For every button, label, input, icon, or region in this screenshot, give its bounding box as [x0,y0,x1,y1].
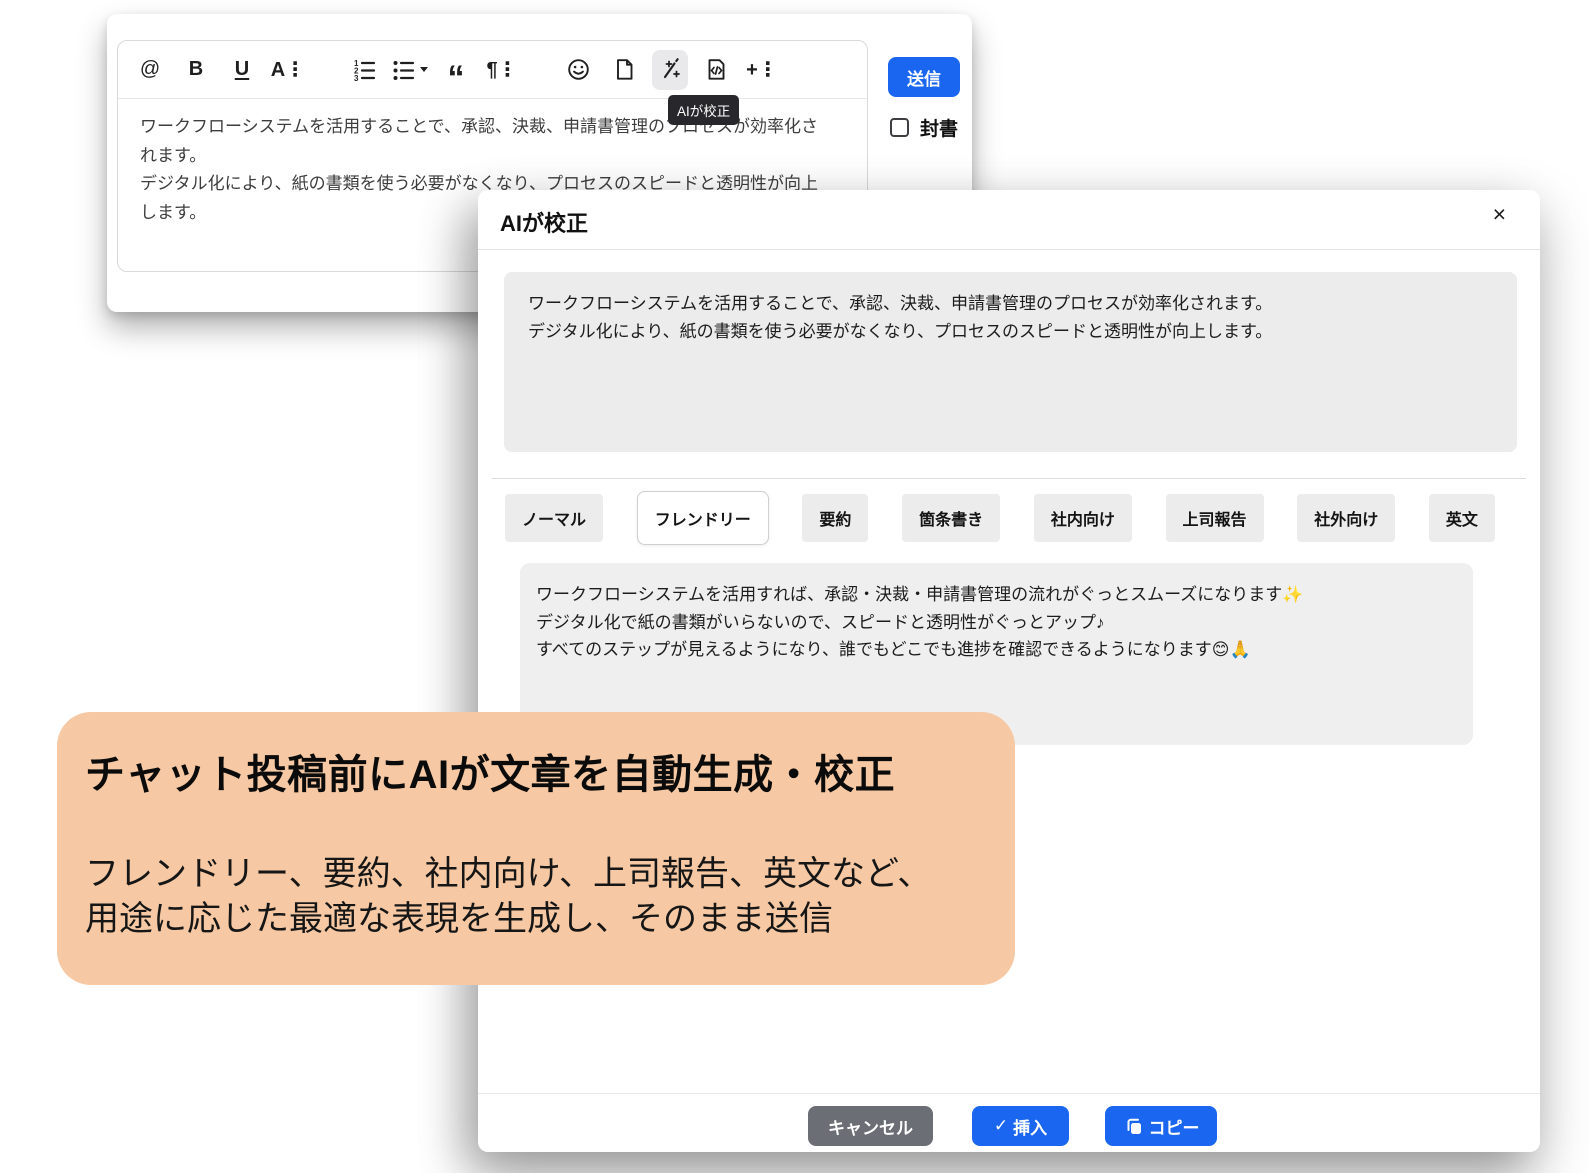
underline-glyph: U [235,58,249,81]
copy-button-label: コピー [1149,1114,1200,1139]
quote-glyph: “ [448,73,465,83]
check-icon: ✓ [994,1116,1008,1136]
editor-toolbar: @ B U A⋮ 123 [118,41,867,99]
ordered-list-icon[interactable]: 123 [346,50,382,90]
chevron-down-icon [420,67,428,72]
bold-glyph: B [189,58,203,81]
style-tabs: ノーマル フレンドリー 要約 箇条書き 社内向け 上司報告 社外向け 英文 [505,494,1495,548]
insert-button[interactable]: ✓ 挿入 [972,1106,1069,1146]
tab-bullet-points[interactable]: 箇条書き [902,494,1000,542]
mention-icon[interactable]: @ [132,50,168,90]
send-button[interactable]: 送信 [888,57,960,97]
tab-friendly[interactable]: フレンドリー [637,491,769,545]
generated-text-line: デジタル化で紙の書類がいらないので、スピードと透明性がぐっとアップ♪ [536,609,1453,637]
seal-letter-checkbox[interactable] [890,118,909,137]
cancel-button[interactable]: キャンセル [808,1106,933,1146]
generated-text-line: すべてのステップが見えるようになり、誰でもどこでも進捗を確認できるようになります… [536,636,1453,664]
tab-internal[interactable]: 社内向け [1034,494,1132,542]
code-block-icon[interactable] [698,50,734,90]
seal-letter-label: 封書 [920,114,958,141]
annotation-callout: チャット投稿前にAIが文章を自動生成・校正 フレンドリー、要約、社内向け、上司報… [57,712,1015,985]
tab-summary[interactable]: 要約 [802,494,868,542]
ai-proofread-tooltip: AIが校正 [668,95,739,125]
ai-proofread-modal: AIが校正 × ワークフローシステムを活用することで、承認、決裁、申請書管理のプ… [478,190,1540,1152]
text-style-icon[interactable]: A⋮ [270,50,306,90]
bold-icon[interactable]: B [178,50,214,90]
modal-title: AIが校正 [500,206,588,238]
modal-header: AIが校正 × [478,190,1540,250]
callout-title: チャット投稿前にAIが文章を自動生成・校正 [85,742,987,800]
footer-divider [478,1093,1540,1094]
underline-icon[interactable]: U [224,50,260,90]
tab-external[interactable]: 社外向け [1297,494,1395,542]
callout-body-line: フレンドリー、要約、社内向け、上司報告、英文など、 [85,852,987,897]
generated-text-line: ワークフローシステムを活用すれば、承認・決裁・申請書管理の流れがぐっとスムーズに… [536,581,1453,609]
insert-button-label: 挿入 [1013,1114,1047,1139]
quote-icon[interactable]: “ [438,50,474,90]
original-text-box: ワークフローシステムを活用することで、承認、決裁、申請書管理のプロセスが効率化さ… [504,272,1517,452]
tab-boss-report[interactable]: 上司報告 [1166,494,1264,542]
close-icon[interactable]: × [1493,203,1506,226]
ai-proofread-icon[interactable] [652,50,688,90]
original-text-line: デジタル化により、紙の書類を使う必要がなくなり、プロセスのスピードと透明性が向上… [528,318,1493,346]
original-text-line: ワークフローシステムを活用することで、承認、決裁、申請書管理のプロセスが効率化さ… [528,290,1493,318]
text-style-glyph: A⋮ [271,57,305,82]
tab-english[interactable]: 英文 [1429,494,1495,542]
copy-button[interactable]: コピー [1105,1106,1217,1146]
tabs-divider [492,478,1526,479]
message-line: ワークフローシステムを活用することで、承認、決裁、申請書管理のプロセスが効率化さ [140,113,880,142]
insert-more-glyph: +⋮ [746,57,778,82]
callout-body-line: 用途に応じた最適な表現を生成し、そのまま送信 [85,897,987,942]
paragraph-icon[interactable]: ¶⋮ [484,50,520,90]
seal-letter-option: 封書 [890,114,958,141]
insert-more-icon[interactable]: +⋮ [744,50,780,90]
mention-glyph: @ [140,58,160,81]
svg-text:3: 3 [354,74,359,81]
message-line: れます。 [140,142,880,171]
emoji-icon[interactable] [560,50,596,90]
tab-normal[interactable]: ノーマル [505,494,603,542]
paragraph-glyph: ¶⋮ [486,57,517,82]
bullet-list-icon[interactable] [392,50,428,90]
copy-icon [1123,1116,1144,1137]
attach-file-icon[interactable] [606,50,642,90]
callout-body: フレンドリー、要約、社内向け、上司報告、英文など、 用途に応じた最適な表現を生成… [85,852,987,942]
